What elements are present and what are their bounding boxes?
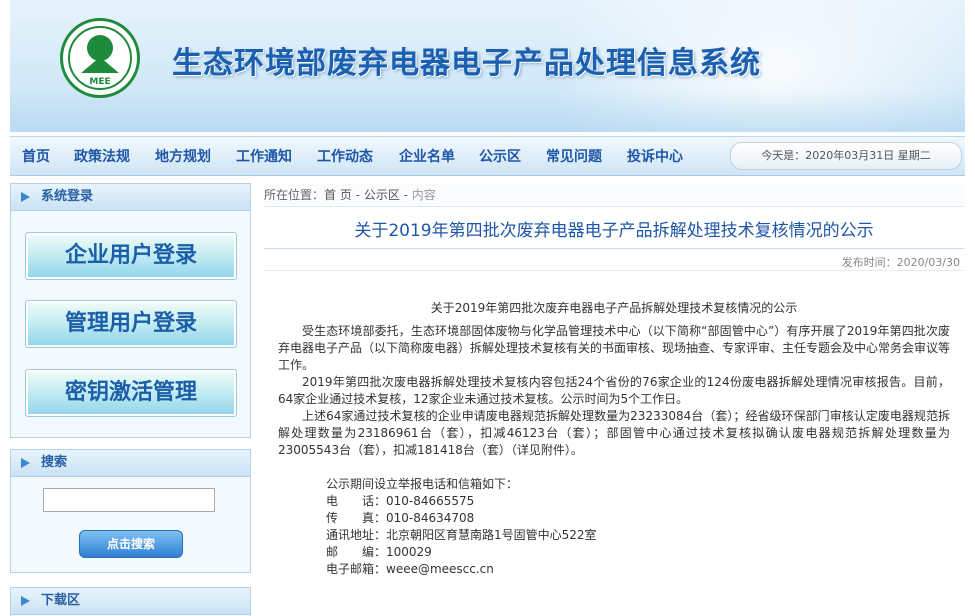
nav-item-local-plan[interactable]: 地方规划 <box>155 146 211 166</box>
article-title: 关于2019年第四批次废弃电器电子产品拆解处理技术复核情况的公示 <box>354 221 874 241</box>
arrow-right-icon <box>21 458 30 468</box>
breadcrumb: 所在位置：首 页 - 公示区 - 内容 <box>264 184 964 207</box>
logo-text: MEE <box>89 77 111 87</box>
contact-address: 通讯地址：北京朝阳区育慧南路1号固管中心522室 <box>326 528 597 542</box>
contact-postcode: 邮 编：100029 <box>326 545 432 559</box>
arrow-right-icon <box>21 596 30 606</box>
contact-intro: 公示期间设立举报电话和信箱如下： <box>326 477 519 491</box>
download-panel-title: 下载区 <box>41 593 81 608</box>
current-date: 今天是：2020年03月31日 星期二 <box>730 142 962 170</box>
breadcrumb-separator: - <box>399 188 412 202</box>
article-paragraph: 上述64家通过技术复核的企业申请废电器规范拆解处理数量为23233084台（套）… <box>278 409 950 457</box>
article-heading: 关于2019年第四批次废弃电器电子产品拆解处理技术复核情况的公示 <box>430 301 798 315</box>
download-panel-header: 下载区 <box>11 588 250 615</box>
mee-logo[interactable]: MEE <box>60 18 140 98</box>
arrow-right-icon <box>21 192 30 202</box>
publish-time: 发布时间：2020/03/30 <box>841 256 960 269</box>
article-paragraph: 受生态环境部委托，生态环境部固体废物与化学品管理技术中心（以下简称“部固管中心”… <box>278 324 951 372</box>
nav-item-news[interactable]: 工作动态 <box>317 146 373 166</box>
login-panel-header: 系统登录 <box>11 184 250 211</box>
contact-phone: 电 话：010-84665575 <box>326 494 475 508</box>
admin-login-button[interactable]: 管理用户登录 <box>25 300 237 348</box>
article-paragraph: 2019年第四批次废电器拆解处理技术复核内容包括24个省份的76家企业的124份… <box>278 375 950 406</box>
enterprise-login-button[interactable]: 企业用户登录 <box>25 232 237 280</box>
nav-item-home[interactable]: 首页 <box>22 146 50 166</box>
contact-fax: 传 真：010-84634708 <box>326 511 475 525</box>
header-banner: MEE 生态环境部废弃电器电子产品处理信息系统 <box>10 0 965 132</box>
breadcrumb-current: 内容 <box>411 188 436 202</box>
download-panel: 下载区 <box>10 587 251 616</box>
search-panel-header: 搜索 <box>11 450 250 477</box>
site-title: 生态环境部废弃电器电子产品处理信息系统 <box>172 46 761 81</box>
login-panel-title: 系统登录 <box>41 189 94 204</box>
search-button[interactable]: 点击搜索 <box>79 530 183 558</box>
nav-item-faq[interactable]: 常见问题 <box>546 146 602 166</box>
contact-email[interactable]: 电子邮箱：weee@meescc.cn <box>278 561 950 578</box>
main-nav: 首页 政策法规 地方规划 工作通知 工作动态 企业名单 公示区 常见问题 投诉中… <box>10 136 965 176</box>
search-input[interactable] <box>43 488 215 512</box>
breadcrumb-separator: - <box>351 188 364 202</box>
nav-item-policy[interactable]: 政策法规 <box>74 146 130 166</box>
breadcrumb-home-link[interactable]: 首 页 <box>324 188 352 202</box>
key-activation-button[interactable]: 密钥激活管理 <box>25 369 237 417</box>
search-panel-title: 搜索 <box>41 455 68 470</box>
nav-item-complaints[interactable]: 投诉中心 <box>627 146 683 166</box>
nav-item-company-list[interactable]: 企业名单 <box>399 146 455 166</box>
search-panel: 搜索 点击搜索 <box>10 449 251 573</box>
nav-item-announcements[interactable]: 公示区 <box>479 146 521 166</box>
banner-wave <box>10 92 965 132</box>
nav-item-notices[interactable]: 工作通知 <box>236 146 292 166</box>
breadcrumb-section-link[interactable]: 公示区 <box>364 188 400 202</box>
title-divider <box>264 248 964 249</box>
breadcrumb-prefix: 所在位置： <box>264 188 325 202</box>
logo-mountain-icon <box>81 57 119 73</box>
publish-divider <box>264 270 964 271</box>
article-body: 关于2019年第四批次废弃电器电子产品拆解处理技术复核情况的公示 受生态环境部委… <box>278 300 950 578</box>
login-panel: 系统登录 企业用户登录 管理用户登录 密钥激活管理 <box>10 183 251 438</box>
